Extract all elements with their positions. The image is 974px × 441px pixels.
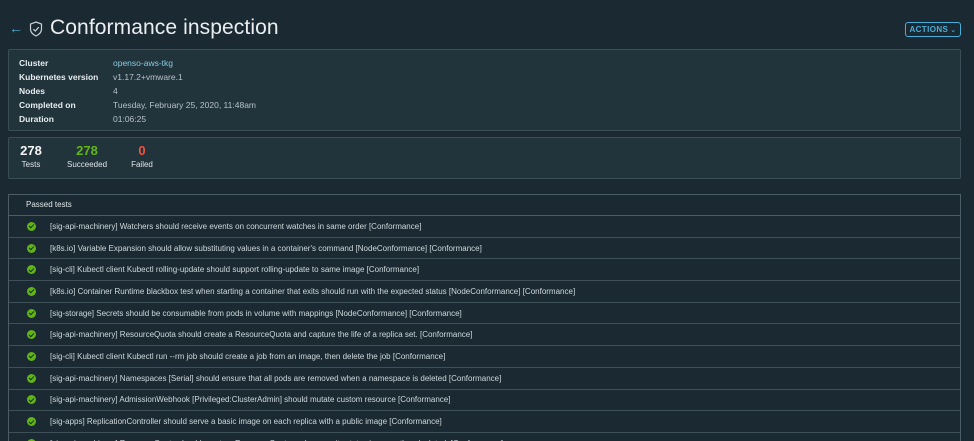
completed-on-value: Tuesday, February 25, 2020, 11:48am (113, 100, 257, 110)
test-name: [k8s.io] Variable Expansion should allow… (50, 243, 482, 253)
test-row[interactable]: [sig-api-machinery] ResourceQuota should… (9, 324, 960, 347)
page-title: Conformance inspection (50, 16, 279, 39)
test-row[interactable]: [sig-cli] Kubectl client Kubectl rolling… (9, 259, 960, 282)
results-stats-card: 278 Tests 278 Succeeded 0 Failed (8, 137, 961, 179)
failed-count: 0 (138, 143, 146, 158)
test-name: [sig-api-machinery] ResourceQuota should… (50, 330, 473, 340)
test-name: [k8s.io] Container Runtime blackbox test… (50, 286, 576, 296)
shield-check-icon (29, 21, 43, 37)
test-name: [sig-storage] Secrets should be consumab… (50, 308, 462, 318)
passed-tests-header: Passed tests (9, 195, 960, 216)
failed-label: Failed (131, 160, 153, 169)
test-row[interactable]: [sig-api-machinery] Watchers should rece… (9, 216, 960, 238)
test-row[interactable]: [sig-api-machinery] AdmissionWebhook [Pr… (9, 390, 960, 412)
check-circle-icon (27, 373, 36, 383)
succeeded-label: Succeeded (66, 160, 108, 169)
arrow-left-icon[interactable]: ← (9, 21, 23, 35)
test-row[interactable]: [sig-api-machinery] ResourceQuota should… (9, 433, 960, 441)
stat-failed: 0 Failed (128, 143, 156, 170)
page-header: ← Conformance inspection ACTIONS ⌄ (0, 0, 974, 48)
kubernetes-version-label: Kubernetes version (19, 72, 99, 82)
test-row[interactable]: [k8s.io] Container Runtime blackbox test… (9, 281, 960, 303)
check-circle-icon (27, 395, 36, 405)
inspection-summary-card: Cluster openso-aws-tkg Kubernetes versio… (8, 49, 961, 131)
test-name: [sig-api-machinery] AdmissionWebhook [Pr… (50, 395, 451, 405)
kubernetes-version-value: v1.17.2+vmware.1 (113, 72, 183, 82)
check-circle-icon (27, 221, 36, 231)
duration-value: 01:06:25 (113, 114, 147, 124)
check-circle-icon (27, 286, 36, 296)
stat-tests: 278 Tests (18, 143, 44, 170)
nodes-value: 4 (113, 86, 118, 96)
test-row[interactable]: [sig-storage] Secrets should be consumab… (9, 303, 960, 325)
check-circle-icon (27, 351, 36, 361)
check-circle-icon (27, 265, 36, 275)
check-circle-icon (27, 330, 36, 340)
test-row[interactable]: [sig-api-machinery] Namespaces [Serial] … (9, 368, 960, 390)
test-name: [sig-cli] Kubectl client Kubectl run --r… (50, 351, 446, 361)
completed-on-label: Completed on (19, 100, 76, 110)
cluster-link[interactable]: openso-aws-tkg (113, 58, 173, 68)
chevron-down-icon: ⌄ (950, 26, 957, 34)
passed-tests-list[interactable]: [sig-api-machinery] Watchers should rece… (9, 216, 960, 441)
check-circle-icon (27, 308, 36, 318)
actions-label: ACTIONS (909, 25, 949, 34)
test-row[interactable]: [sig-apps] ReplicationController should … (9, 411, 960, 433)
succeeded-count: 278 (76, 143, 98, 158)
test-row[interactable]: [sig-cli] Kubectl client Kubectl run --r… (9, 346, 960, 368)
test-name: [sig-cli] Kubectl client Kubectl rolling… (50, 265, 420, 275)
passed-tests-table: Passed tests [sig-api-machinery] Watcher… (8, 194, 961, 441)
test-name: [sig-api-machinery] Watchers should rece… (50, 221, 422, 231)
check-circle-icon (27, 243, 36, 253)
tests-label: Tests (21, 160, 41, 169)
check-circle-icon (27, 417, 36, 427)
stat-succeeded: 278 Succeeded (64, 143, 110, 170)
tests-count: 278 (20, 143, 42, 158)
cluster-label: Cluster (19, 58, 49, 68)
test-name: [sig-api-machinery] Namespaces [Serial] … (50, 373, 502, 383)
nodes-label: Nodes (19, 86, 45, 96)
actions-button[interactable]: ACTIONS ⌄ (905, 22, 961, 37)
duration-label: Duration (19, 114, 54, 124)
test-name: [sig-apps] ReplicationController should … (50, 417, 442, 427)
test-row[interactable]: [k8s.io] Variable Expansion should allow… (9, 238, 960, 260)
